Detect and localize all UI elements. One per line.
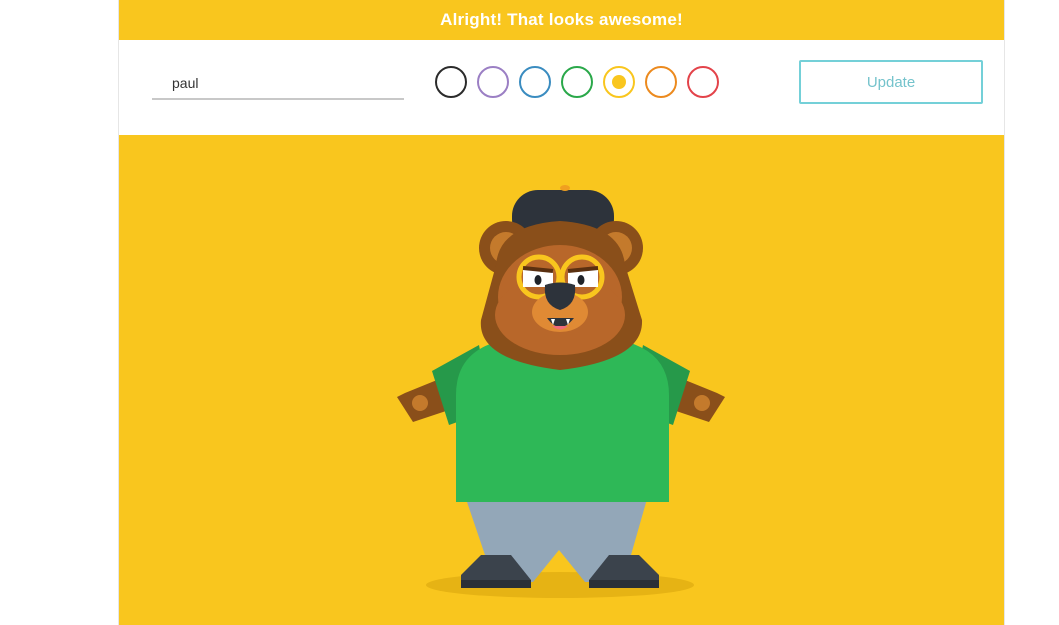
status-banner: Alright! That looks awesome!	[119, 0, 1004, 40]
color-swatch-purple[interactable]	[477, 66, 509, 98]
banner-message: Alright! That looks awesome!	[440, 10, 683, 29]
app-window: Alright! That looks awesome! Update	[118, 0, 1005, 625]
bear-avatar-icon	[397, 185, 725, 598]
update-button[interactable]: Update	[799, 60, 983, 104]
color-swatch-green[interactable]	[561, 66, 593, 98]
name-input[interactable]	[152, 68, 404, 100]
color-swatch-red[interactable]	[687, 66, 719, 98]
character-stage	[119, 135, 1004, 625]
selected-dot-icon	[612, 75, 626, 89]
toolbar: Update	[119, 40, 1004, 135]
color-swatch-orange[interactable]	[645, 66, 677, 98]
color-swatch-black[interactable]	[435, 66, 467, 98]
color-swatch-blue[interactable]	[519, 66, 551, 98]
color-swatch-yellow[interactable]	[603, 66, 635, 98]
